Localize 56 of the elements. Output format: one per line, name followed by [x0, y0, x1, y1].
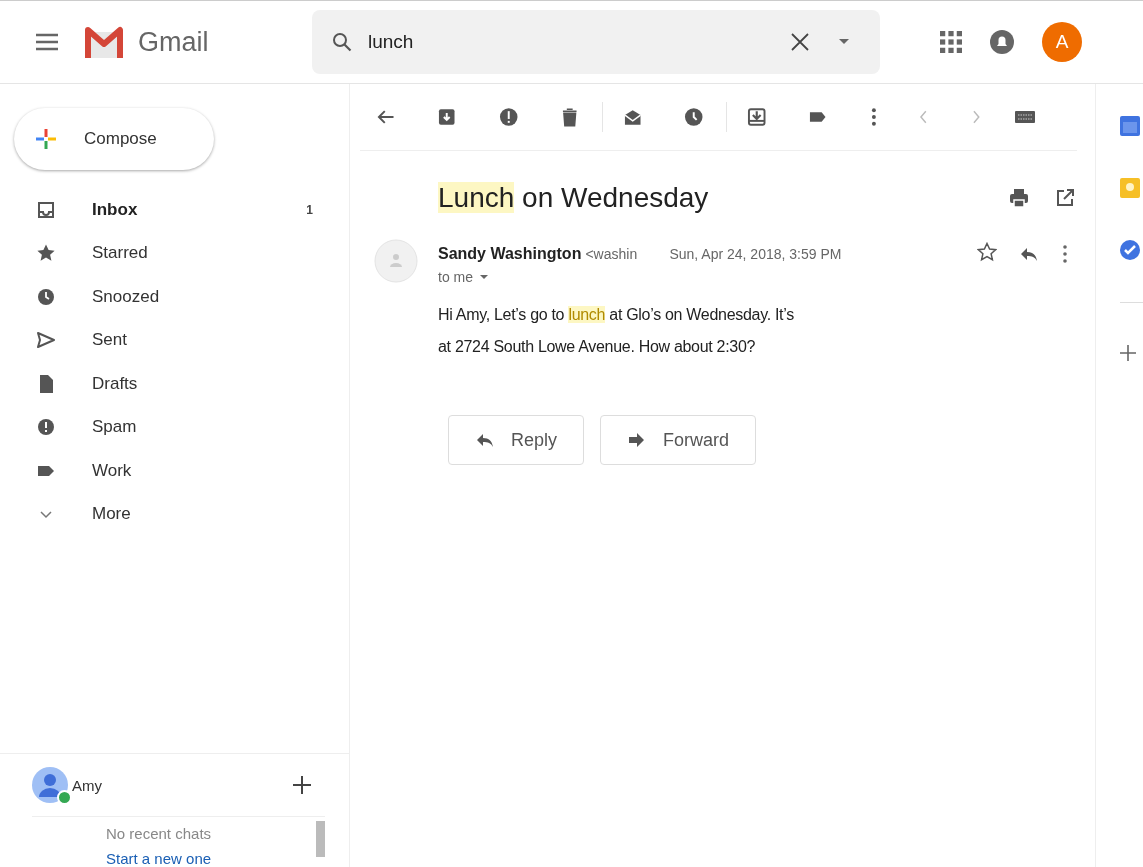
nav-item[interactable]: Inbox 1 [0, 188, 349, 232]
more-options-icon[interactable] [1061, 244, 1069, 264]
nav-item[interactable]: Snoozed [0, 275, 349, 319]
nav-item[interactable]: Drafts [0, 362, 349, 406]
close-icon [790, 32, 810, 52]
move-to-inbox-icon[interactable] [746, 107, 767, 127]
search-field[interactable]: lunch [366, 30, 790, 54]
unread-count: 1 [306, 202, 313, 217]
nav-item[interactable]: Spam [0, 405, 349, 449]
clock-icon [36, 286, 56, 307]
avatar-icon [32, 767, 68, 803]
notifications-icon[interactable] [990, 30, 1014, 54]
email-subject: on Wednesday [521, 182, 709, 213]
email-date: Sun, Apr 24, 2018, 3:59 PM [669, 246, 843, 262]
nav-item[interactable]: Starred [0, 231, 349, 275]
alert-icon [36, 417, 56, 438]
send-icon [36, 330, 56, 351]
sender-name: Sandy Washington [438, 245, 582, 263]
start-chat-link[interactable]: Start a new one [106, 850, 316, 867]
reply-button[interactable]: Reply [448, 415, 585, 465]
email-body-text: at Glo’s on Wednesday. It’s [608, 306, 794, 323]
apps-grid-icon[interactable] [940, 31, 962, 53]
sender-avatar-icon [374, 239, 418, 283]
email-subject: Lunch [438, 182, 515, 213]
scrollbar [316, 821, 325, 857]
report-spam-icon[interactable] [498, 107, 519, 127]
recipient-dropdown[interactable]: to me [438, 269, 1069, 285]
sender-email: <washin [585, 246, 639, 262]
tasks-icon[interactable] [1120, 240, 1140, 260]
forward-button[interactable]: Forward [600, 415, 757, 465]
menu-icon[interactable] [36, 33, 58, 51]
email-body-text: Hi Amy, Let’s go to [438, 306, 566, 323]
keyboard-icon[interactable] [1014, 111, 1035, 123]
email-body-text: lunch [568, 306, 606, 323]
add-icon[interactable] [293, 776, 311, 794]
nav-item[interactable]: Sent [0, 318, 349, 362]
chat-user-name[interactable]: Amy [72, 776, 293, 794]
more-options-icon[interactable] [869, 107, 878, 127]
dropdown-icon [479, 272, 489, 282]
print-icon[interactable] [1009, 188, 1029, 208]
app-name: Gmail [138, 26, 209, 58]
open-new-window-icon[interactable] [1055, 188, 1075, 208]
search-icon [332, 32, 352, 52]
nav-item[interactable]: Work [0, 449, 349, 493]
mark-unread-icon[interactable] [622, 107, 643, 127]
star-icon[interactable] [977, 242, 997, 262]
email-body-text: at 2724 South Lowe Avenue. How about 2:30? [438, 338, 756, 355]
plus-icon [36, 129, 56, 149]
compose-button[interactable]: Compose [14, 108, 214, 170]
empty-chats-text: No recent chats [106, 825, 213, 842]
snooze-icon[interactable] [684, 107, 704, 127]
inbox-icon [36, 199, 56, 220]
nav-item[interactable]: More [0, 492, 349, 536]
search-bar[interactable]: lunch [312, 10, 880, 74]
archive-icon[interactable] [437, 107, 457, 127]
delete-icon[interactable] [560, 107, 580, 127]
